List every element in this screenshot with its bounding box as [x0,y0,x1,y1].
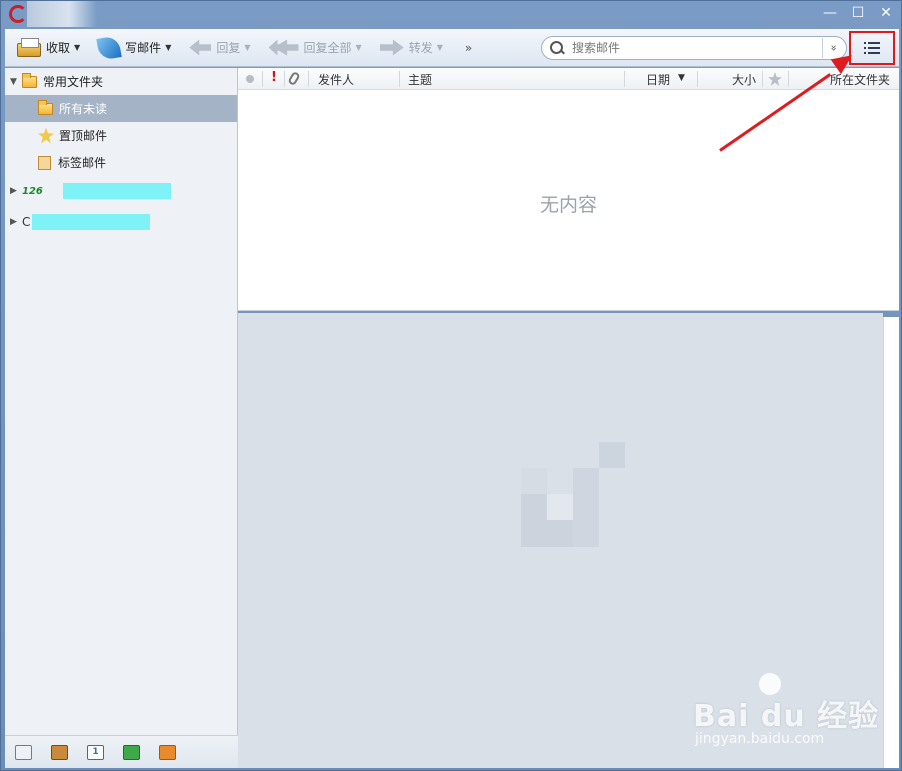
receive-label: 收取 [46,41,71,55]
double-chevron-down-icon: » [827,44,841,52]
title-bar: — ☐ ✕ [1,1,901,29]
search-icon [550,41,564,55]
account-name-redacted [32,214,151,230]
forward-button[interactable]: 转发 ▼ [374,34,449,62]
column-size[interactable]: 大小 [732,71,756,88]
read-status-column-icon[interactable] [246,75,254,83]
column-sender[interactable]: 发件人 [318,71,354,88]
sidebar-item-pinned[interactable]: 置顶邮件 [5,122,237,149]
search-box: » [541,36,847,60]
column-subject[interactable]: 主题 [408,71,432,88]
inbox-icon [17,37,41,57]
account-c[interactable]: ▶ C [5,206,237,238]
column-date[interactable]: 日期 [646,71,670,88]
forward-label: 转发 [408,41,433,55]
mail-list-header: ! 发件人 主题 日期 ▼ 大小 所在文件夹 [238,68,899,90]
star-icon [38,127,54,144]
account-name-redacted [62,183,171,199]
mail-view-icon[interactable] [15,744,32,760]
notes-icon[interactable] [123,744,140,760]
expand-down-icon[interactable]: ▼ [10,77,18,87]
expand-right-icon[interactable]: ▶ [10,217,18,227]
chevron-down-icon[interactable]: ▼ [74,43,80,52]
receive-button[interactable]: 收取 ▼ [11,34,86,62]
compose-label: 写邮件 [125,41,162,55]
compose-button[interactable]: 写邮件 ▼ [92,34,177,62]
toolbar: 收取 ▼ 写邮件 ▼ 回复 ▼ 回复全部 ▼ 转发 ▼ » » [5,29,899,67]
mail-list: ! 发件人 主题 日期 ▼ 大小 所在文件夹 无内容 [238,68,899,311]
sidebar-item-tagged[interactable]: 标签邮件 [5,149,237,176]
favorites-folder-group[interactable]: ▼ 常用文件夹 [5,68,237,95]
baidu-watermark: Bai du 经验 jingyan.baidu.com [689,673,889,753]
reply-label: 回复 [216,41,241,55]
folder-icon [38,99,53,115]
window-controls: — ☐ ✕ [823,5,893,21]
account-126[interactable]: ▶ 126 [5,176,237,206]
chevron-down-icon[interactable]: ▼ [678,73,685,83]
tag-icon [38,155,51,170]
reply-button[interactable]: 回复 ▼ [183,34,256,62]
account-c-badge: C [22,215,31,229]
priority-column-icon[interactable]: ! [271,70,277,85]
empty-list-message: 无内容 [539,194,597,216]
attachment-column-icon[interactable] [287,70,301,87]
sidebar-item-unread[interactable]: 所有未读 [5,95,237,122]
reply-arrow-icon [189,39,212,56]
close-button[interactable]: ✕ [879,5,893,21]
feather-pen-icon [96,34,122,61]
sidebar-footer: 1 [5,735,238,768]
favorites-label: 常用文件夹 [43,75,104,89]
column-folder[interactable]: 所在文件夹 [830,71,890,88]
forward-arrow-icon [379,39,404,56]
reply-all-label: 回复全部 [303,41,352,55]
chevron-down-icon[interactable]: ▼ [165,43,171,52]
star-column-icon[interactable] [768,72,782,86]
watermark-main: Bai du 经验 [693,699,880,734]
app-logo-icon [9,5,27,23]
window-title-redacted [27,1,97,27]
contacts-icon[interactable] [51,744,68,760]
chevron-down-icon[interactable]: ▼ [437,43,443,52]
watermark-url: jingyan.baidu.com [695,731,825,747]
minimize-button[interactable]: — [823,5,837,21]
calendar-icon[interactable]: 1 [87,744,104,760]
maximize-button[interactable]: ☐ [851,5,865,21]
chevron-down-icon[interactable]: ▼ [356,43,362,52]
list-menu-icon [864,42,880,54]
sidebar-item-label: 所有未读 [59,102,108,116]
search-input[interactable] [572,38,812,58]
folder-icon [22,72,37,88]
toolbar-overflow-button[interactable]: » [465,41,472,55]
sidebar-item-label: 标签邮件 [58,156,107,170]
sidebar-item-label: 置顶邮件 [59,129,108,143]
reply-all-button[interactable]: 回复全部 ▼ [263,34,368,62]
reply-all-arrow-icon [268,39,299,56]
rss-icon[interactable] [159,744,176,760]
mail-client-window: — ☐ ✕ 收取 ▼ 写邮件 ▼ 回复 ▼ 回复全部 ▼ 转发 ▼ » 搜索邮件… [0,0,902,771]
expand-right-icon[interactable]: ▶ [10,186,18,196]
folder-sidebar: ▼ 常用文件夹 所有未读 置顶邮件 标签邮件 ▶ 126 ▶ C 1 [5,68,238,768]
chevron-down-icon[interactable]: ▼ [244,43,250,52]
account-126-badge: 126 [22,185,43,197]
